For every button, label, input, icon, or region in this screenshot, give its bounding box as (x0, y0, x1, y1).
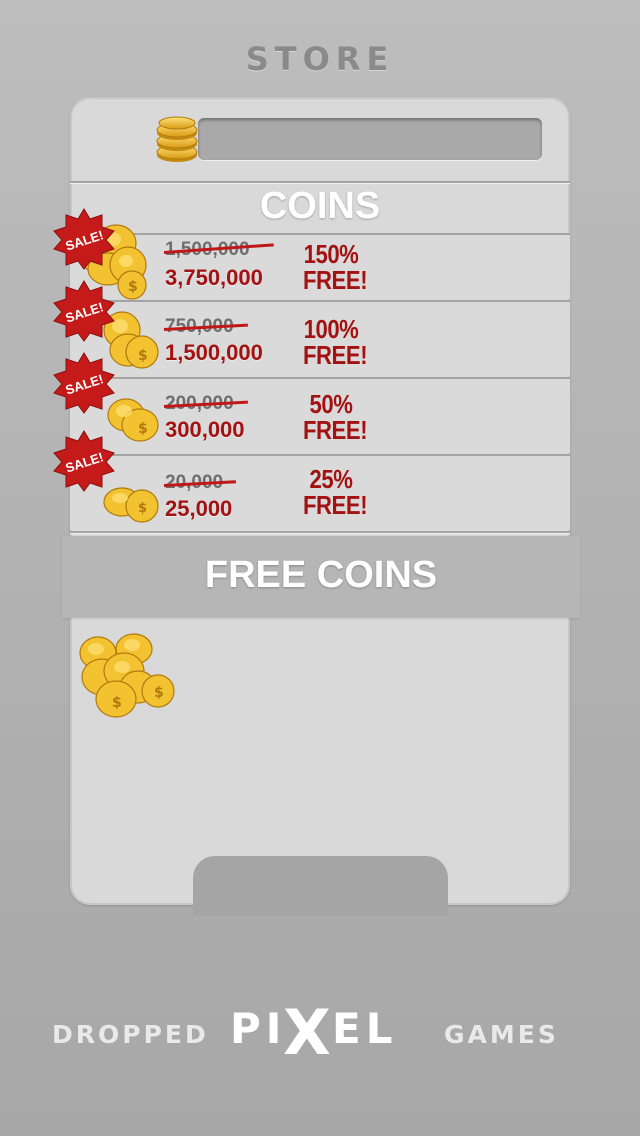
bonus-percent: 50% (309, 389, 353, 419)
sale-badge-icon: SALE! (53, 280, 115, 342)
sale-badge-icon: SALE! (53, 352, 115, 414)
coin-offer-row[interactable]: $ 750,000 1,500,000 100% FREE! (70, 302, 570, 376)
bonus-free: FREE! (302, 340, 368, 370)
logo-word-x: X (283, 996, 331, 1069)
bonus-free: FREE! (302, 265, 368, 295)
svg-text:$: $ (138, 421, 148, 437)
bonus-label: 150% FREE! (302, 239, 368, 295)
bottom-tab[interactable] (193, 856, 448, 916)
page-title: STORE (245, 40, 395, 78)
divider (70, 531, 570, 533)
logo-word-right: GAMES (444, 1020, 559, 1049)
logo-word-left: DROPPED (52, 1020, 209, 1049)
svg-text:$: $ (128, 279, 138, 295)
bonus-free: FREE! (302, 415, 368, 445)
free-coins-icon[interactable]: $ $ (78, 631, 178, 723)
coin-offer-row[interactable]: $ 200,000 300,000 50% FREE! (70, 379, 570, 453)
svg-text:$: $ (138, 501, 147, 516)
store-panel: COINS $ 1,500,000 3,750,000 150% FREE! (53, 97, 570, 905)
logo-word-el: EL (332, 1004, 398, 1053)
sale-amount: 3,750,000 (165, 265, 263, 290)
developer-logo: DROPPED PI X EL GAMES (0, 996, 640, 1069)
coin-offer-row[interactable]: $ 1,500,000 3,750,000 150% FREE! (70, 224, 570, 300)
bonus-percent: 150% (303, 239, 359, 269)
free-coins-section-title: FREE COINS (204, 554, 438, 596)
divider (70, 181, 570, 183)
sale-amount: 300,000 (165, 417, 245, 442)
svg-text:$: $ (112, 695, 122, 711)
bonus-free: FREE! (302, 490, 368, 520)
bonus-label: 25% FREE! (302, 464, 368, 520)
bonus-label: 50% FREE! (302, 389, 368, 445)
coin-offer-row[interactable]: $ 20,000 25,000 25% FREE! (70, 456, 570, 530)
sale-amount: 1,500,000 (165, 340, 263, 365)
sale-badge-icon: SALE! (53, 208, 115, 270)
balance-coin-icon (156, 116, 198, 162)
logo-word-pi: PI (230, 1004, 287, 1053)
sale-badge-icon: SALE! (53, 430, 115, 492)
bonus-label: 100% FREE! (302, 314, 368, 370)
free-coins-section[interactable]: FREE COINS (62, 536, 580, 618)
bonus-percent: 25% (309, 464, 353, 494)
bonus-percent: 100% (303, 314, 359, 344)
svg-text:$: $ (138, 348, 148, 364)
svg-text:$: $ (154, 685, 164, 701)
coin-balance-field (198, 118, 542, 160)
sale-amount: 25,000 (165, 496, 233, 521)
